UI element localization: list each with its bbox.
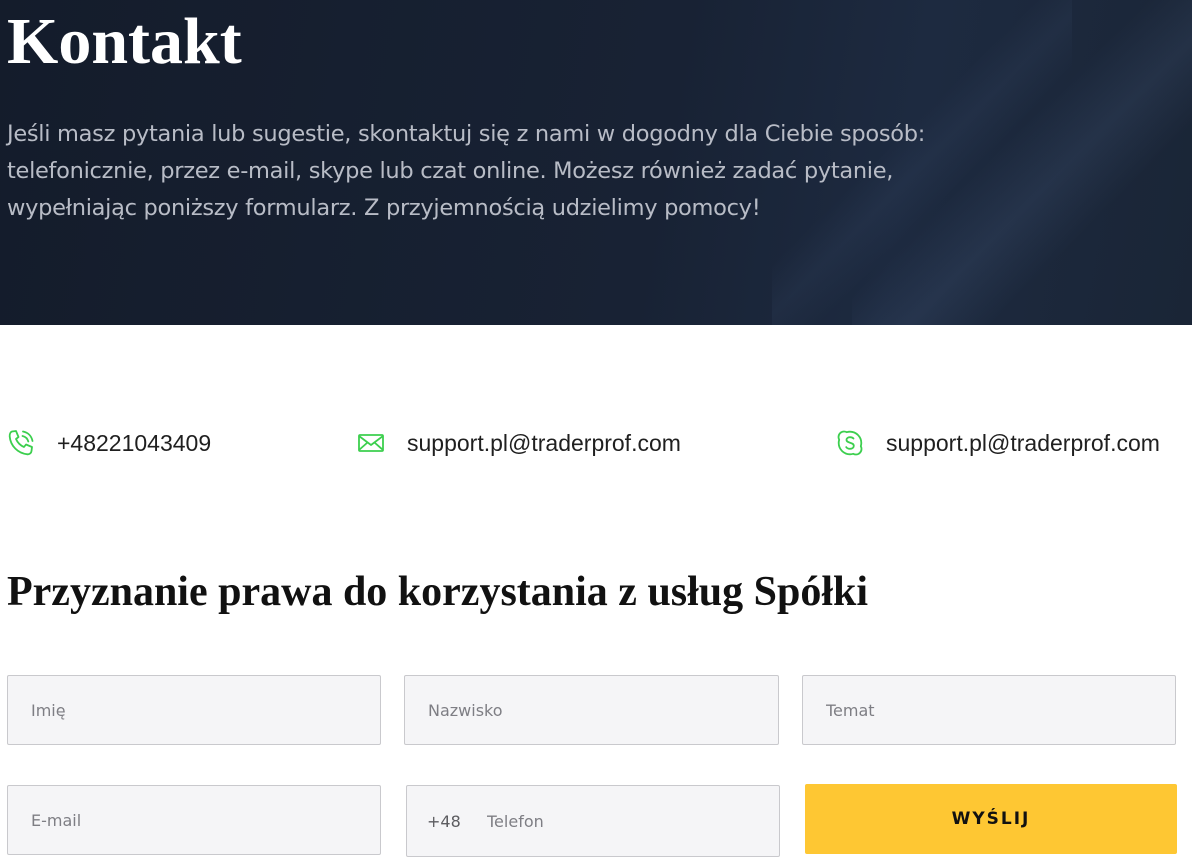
contact-info: +48221043409 support.pl@traderprof.com s… [0,425,1192,465]
email-input[interactable] [7,785,381,855]
contact-email[interactable]: support.pl@traderprof.com [356,425,681,461]
contact-phone[interactable]: +48221043409 [6,425,211,461]
hero-description: Jeśli masz pytania lub sugestie, skontak… [7,121,925,221]
hero-banner: Kontakt Jeśli masz pytania lub sugestie,… [0,0,1192,325]
phone-number: +48221043409 [57,429,212,456]
page-title: Kontakt [7,5,242,78]
mail-icon [356,428,386,458]
phone-input[interactable] [475,786,775,856]
phone-country-prefix[interactable]: +48 [427,812,461,831]
email-address: support.pl@traderprof.com [407,429,681,456]
submit-button[interactable]: WYŚLIJ [805,784,1177,854]
phone-icon [6,428,36,458]
skype-icon [835,428,865,458]
form-title: Przyznanie prawa do korzystania z usług … [7,569,869,615]
last-name-input[interactable] [404,675,779,745]
contact-skype[interactable]: support.pl@traderprof.com [835,425,1160,461]
skype-address: support.pl@traderprof.com [886,429,1160,456]
first-name-input[interactable] [7,675,381,745]
subject-input[interactable] [802,675,1176,745]
phone-field: +48 [406,785,780,857]
